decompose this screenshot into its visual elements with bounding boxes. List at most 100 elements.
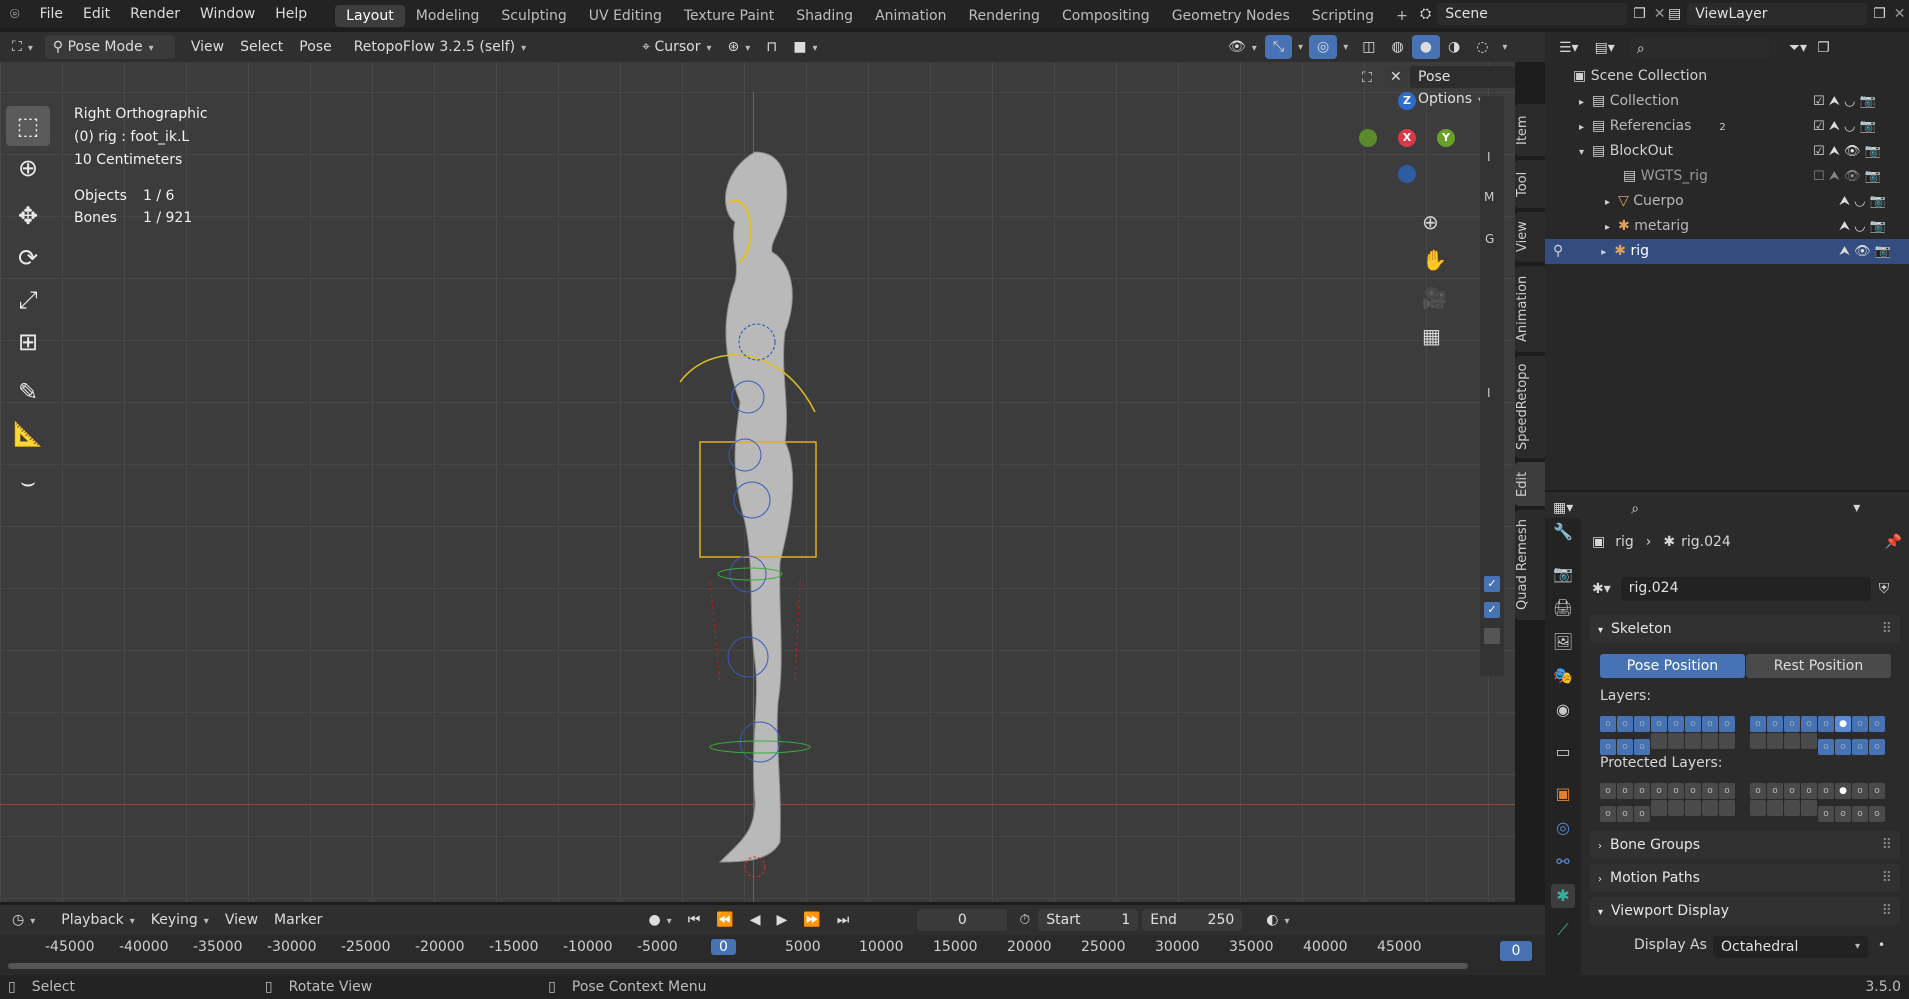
menu-file[interactable]: File [30,0,73,28]
record-keyframe-icon[interactable]: ● ▾ [640,908,679,932]
pan-hand-icon[interactable]: ✋ [1422,248,1447,272]
add-workspace-button[interactable]: + [1385,5,1419,27]
bone-groups-panel-header[interactable]: › Bone Groups ⠿ [1590,831,1900,859]
camera-view-icon[interactable]: 🎥 [1422,286,1447,310]
pin-overlay-icon[interactable]: ⛶ [1362,70,1372,86]
expand-arrow-icon[interactable]: ▸ [1579,122,1584,133]
view-layer-properties-tab-icon[interactable]: 🖼 [1551,630,1575,654]
stopwatch-icon[interactable]: ⏱ [1019,912,1030,928]
restriction-row-rig[interactable]: ⮝ 👁 📷 [1813,239,1903,264]
drag-handle-icon[interactable]: ⠿ [1882,864,1892,892]
viewlayer-icon[interactable]: ▤ [1668,6,1681,22]
annotate-tool-icon[interactable]: ✎ [6,372,50,412]
tab-rendering[interactable]: Rendering [957,5,1051,27]
drag-handle-icon[interactable]: ⠿ [1882,897,1892,925]
armature-datablock-icon[interactable]: ✱▾ [1592,581,1611,597]
skeleton-panel-header[interactable]: ▾ Skeleton ⠿ [1590,615,1900,643]
armature-data-tab-icon[interactable]: ✱ [1551,884,1575,908]
timeline-editor-icon[interactable]: ◷ ▾ [4,908,43,932]
gizmo-dropdown-icon[interactable]: ▾ [1298,42,1303,53]
rotate-tool-icon[interactable]: ⟳ [6,238,50,278]
pose-options-dropdown[interactable]: Pose Options▾ [1410,66,1515,107]
pose-bend-tool-icon[interactable]: ⌣ [6,462,50,502]
pivot-point-icon[interactable]: ⊛ ▾ [720,35,759,59]
tab-scripting[interactable]: Scripting [1301,5,1385,27]
layers-grid-right[interactable]: o o o o o ● o o oooo [1750,714,1890,755]
shading-material-icon[interactable]: ◑ [1440,35,1468,59]
keying-menu[interactable]: Keying ▾ [143,908,217,932]
protected-layers-grid-right[interactable]: o o o o o ● o o oooo [1750,781,1890,822]
sidetab-quad-remesh[interactable]: Quad Remesh [1515,510,1545,620]
sidetab-item[interactable]: Item [1515,104,1545,156]
outliner-editor-icon[interactable]: ☰▾ [1559,40,1579,56]
strip-checkbox-3[interactable] [1484,628,1500,644]
filter-icon[interactable]: ⏷▾ [1789,40,1807,56]
marker-menu[interactable]: Marker [266,908,330,932]
jump-prev-keyframe-icon[interactable]: ⏪ [708,908,741,932]
bone-properties-tab-icon[interactable]: ⟋ [1551,918,1575,942]
object-properties-tab-icon[interactable]: ▣ [1551,782,1575,806]
playback-menu[interactable]: Playback ▾ [53,908,143,932]
viewport-display-panel-header[interactable]: ▾ Viewport Display ⠿ [1590,897,1900,925]
gizmo-z-axis[interactable]: Z [1398,92,1416,110]
tab-animation[interactable]: Animation [864,5,957,27]
display-as-dropdown[interactable]: Octahedral ▾ [1713,936,1868,958]
restriction-row-metarig[interactable]: ⮝ ◡ 📷 [1813,214,1903,239]
transform-orientation-dropdown[interactable]: ⌖ Cursor ▾ [634,35,719,59]
xray-toggle-icon[interactable]: ◫ [1354,35,1383,59]
menu-pose[interactable]: Pose [291,35,339,59]
collection-properties-tab-icon[interactable]: ▭ [1551,740,1575,764]
character-rig-figure[interactable] [660,142,860,882]
gizmo-neg-y-axis[interactable] [1359,129,1377,147]
rest-position-button[interactable]: Rest Position [1746,654,1891,678]
fake-user-shield-icon[interactable]: ⛨ [1879,581,1890,597]
close-options-icon[interactable]: ✕ [1385,66,1407,88]
new-collection-icon[interactable]: ❐ [1817,40,1830,56]
timeline-view-menu[interactable]: View [217,908,266,932]
world-properties-tab-icon[interactable]: ◉ [1551,698,1575,722]
restriction-row-cuerpo[interactable]: ⮝ ◡ 📷 [1813,189,1903,214]
properties-options-icon[interactable]: ▾ [1853,500,1860,516]
snap-icon[interactable]: ⊓ [758,35,785,59]
shading-wireframe-icon[interactable]: ◍ [1384,35,1412,59]
armature-name-field[interactable]: rig.024 [1620,577,1871,601]
gizmo-neg-z-axis[interactable] [1398,165,1416,183]
current-frame-field[interactable]: 0 [917,909,1008,931]
snap-target-icon[interactable]: ■ ▾ [785,35,825,59]
mode-dropdown[interactable]: ⚲ Pose Mode ▾ [44,35,175,59]
sidetab-animation[interactable]: Animation [1515,266,1545,352]
display-mode-icon[interactable]: ▤▾ [1595,40,1615,56]
sidetab-speedretopo[interactable]: SpeedRetopo [1515,356,1545,458]
jump-end-icon[interactable]: ⏭ [829,908,858,932]
drag-handle-icon[interactable]: ⠿ [1882,831,1892,859]
jump-next-keyframe-icon[interactable]: ⏩ [795,908,828,932]
zoom-icon[interactable]: ⊕ [1422,210,1439,234]
tab-texture-paint[interactable]: Texture Paint [673,5,785,27]
timeline-frame-indicator[interactable]: 0 [1500,941,1532,961]
constraints-properties-tab-icon[interactable]: ⚯ [1551,850,1575,874]
menu-render[interactable]: Render [120,0,190,28]
restriction-row-wgts[interactable]: ☐ ⮝ 👁 📷 [1813,164,1903,189]
pin-icon[interactable]: 📌 [1885,534,1902,550]
close-scene-icon[interactable]: ✕ [1654,6,1666,22]
menu-window[interactable]: Window [190,0,265,28]
tab-compositing[interactable]: Compositing [1051,5,1161,27]
measure-tool-icon[interactable]: 📐 [6,414,50,454]
expand-arrow-icon[interactable]: ▸ [1605,222,1610,233]
properties-editor-icon[interactable]: ▦▾ [1553,500,1573,516]
physics-properties-tab-icon[interactable]: ◎ [1551,816,1575,840]
move-tool-icon[interactable]: ✥ [6,196,50,236]
output-properties-tab-icon[interactable]: 🖨 [1551,596,1575,620]
tab-geometry-nodes[interactable]: Geometry Nodes [1161,5,1301,27]
motion-paths-panel-header[interactable]: › Motion Paths ⠿ [1590,864,1900,892]
outliner-row-scene-collection[interactable]: ▣ Scene Collection [1545,64,1909,89]
collapse-arrow-icon[interactable]: ▾ [1579,147,1584,158]
viewlayer-name-field[interactable]: ViewLayer [1687,3,1868,25]
tab-sculpting[interactable]: Sculpting [490,5,577,27]
gizmo-x-axis[interactable]: X [1398,129,1416,147]
strip-checkbox-1[interactable]: ✓ [1484,576,1500,592]
start-frame-field[interactable]: Start 1 [1038,909,1139,931]
sidetab-edit[interactable]: Edit [1515,462,1545,506]
expand-arrow-icon[interactable]: ▸ [1579,97,1584,108]
menu-view[interactable]: View [183,35,232,59]
